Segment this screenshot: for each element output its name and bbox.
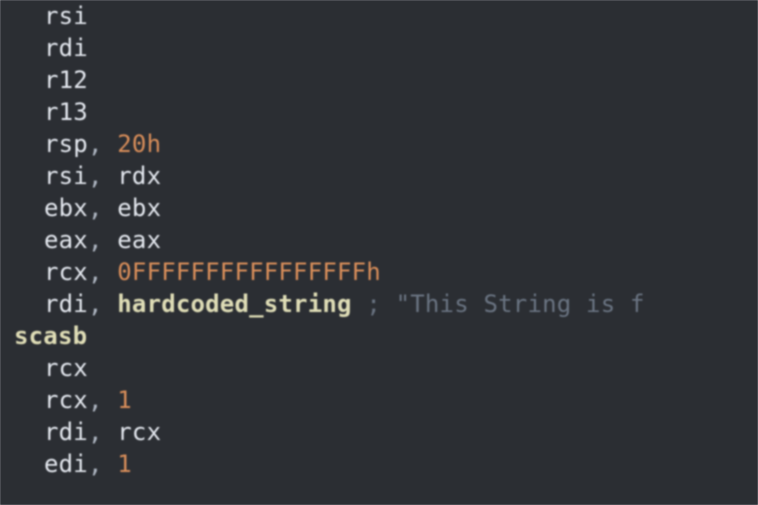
instruction-mnemonic: scasb [14, 322, 87, 350]
punct-token: , [88, 450, 117, 478]
register-token: rsi [44, 2, 88, 30]
asm-line: r12 [0, 64, 758, 96]
register-token: rsp [44, 130, 88, 158]
register-token: ebx [117, 194, 161, 222]
punct-token: , [88, 290, 117, 318]
asm-line: rsp, 20h [0, 128, 758, 160]
asm-line: rsi [0, 0, 758, 32]
register-token: rdi [44, 290, 88, 318]
register-token: rcx [44, 386, 88, 414]
punct-token: , [88, 418, 117, 446]
asm-line: rcx, 0FFFFFFFFFFFFFFFFh [0, 256, 758, 288]
register-token: rdi [44, 34, 88, 62]
numeric-literal: 20h [117, 130, 161, 158]
asm-line: scasb [0, 320, 758, 352]
numeric-literal: 1 [117, 450, 132, 478]
register-token: rcx [117, 418, 161, 446]
register-token: rdi [44, 418, 88, 446]
punct-token: , [88, 130, 117, 158]
asm-line: edi, 1 [0, 448, 758, 480]
asm-line: rdi, hardcoded_string ; "This String is … [0, 288, 758, 320]
comment-token: ; "This String is f [366, 290, 644, 318]
numeric-literal: 0FFFFFFFFFFFFFFFFh [117, 258, 381, 286]
asm-line: rsi, rdx [0, 160, 758, 192]
numeric-literal: 1 [117, 386, 132, 414]
asm-line: rcx [0, 352, 758, 384]
punct-token: , [88, 226, 117, 254]
register-token: ebx [44, 194, 88, 222]
register-token: rsi [44, 162, 88, 190]
register-token: r12 [44, 66, 88, 94]
asm-line: rdi [0, 32, 758, 64]
punct-token [352, 290, 367, 318]
punct-token: , [88, 386, 117, 414]
register-token: rcx [44, 258, 88, 286]
register-token: eax [44, 226, 88, 254]
register-token: r13 [44, 98, 88, 126]
register-token: rcx [44, 354, 88, 382]
asm-line: rdi, rcx [0, 416, 758, 448]
asm-line: rcx, 1 [0, 384, 758, 416]
asm-line: ebx, ebx [0, 192, 758, 224]
punct-token: , [88, 194, 117, 222]
register-token: eax [117, 226, 161, 254]
punct-token: , [88, 162, 117, 190]
symbol-token: hardcoded_string [117, 290, 351, 318]
register-token: rdx [117, 162, 161, 190]
register-token: edi [44, 450, 88, 478]
punct-token: , [88, 258, 117, 286]
asm-line: eax, eax [0, 224, 758, 256]
asm-line: r13 [0, 96, 758, 128]
disassembly-listing: rsirdir12r13rsp, 20hrsi, rdxebx, ebxeax,… [0, 0, 758, 480]
